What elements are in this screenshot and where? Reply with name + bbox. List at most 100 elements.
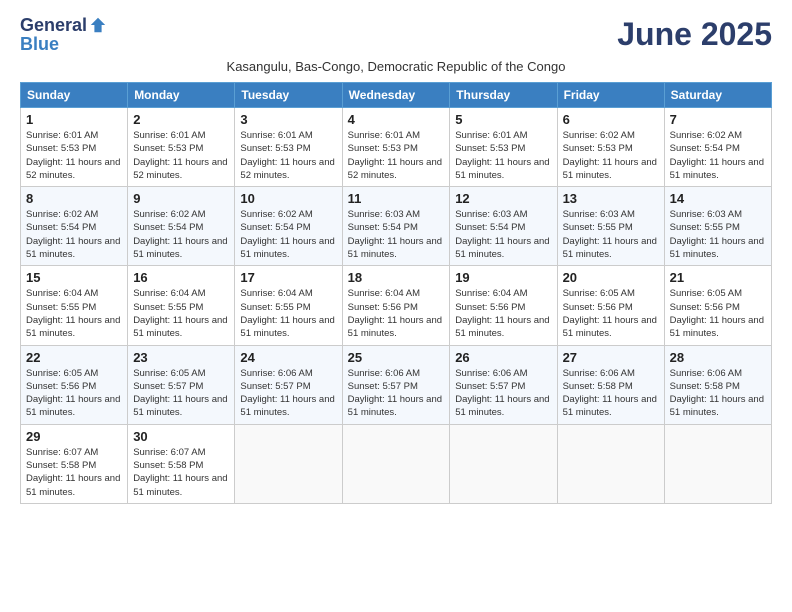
calendar-cell: 27 Sunrise: 6:06 AMSunset: 5:58 PMDaylig… xyxy=(557,345,664,424)
day-number: 2 xyxy=(133,112,229,127)
weekday-header-saturday: Saturday xyxy=(664,83,771,108)
day-number: 9 xyxy=(133,191,229,206)
calendar-cell xyxy=(557,424,664,503)
day-info: Sunrise: 6:01 AMSunset: 5:53 PMDaylight:… xyxy=(348,129,445,182)
calendar-cell: 19 Sunrise: 6:04 AMSunset: 5:56 PMDaylig… xyxy=(450,266,557,345)
day-info: Sunrise: 6:07 AMSunset: 5:58 PMDaylight:… xyxy=(26,446,122,499)
day-number: 4 xyxy=(348,112,445,127)
day-number: 23 xyxy=(133,350,229,365)
day-info: Sunrise: 6:06 AMSunset: 5:57 PMDaylight:… xyxy=(240,367,336,420)
day-number: 27 xyxy=(563,350,659,365)
weekday-header-tuesday: Tuesday xyxy=(235,83,342,108)
logo-icon xyxy=(89,16,107,34)
day-info: Sunrise: 6:02 AMSunset: 5:54 PMDaylight:… xyxy=(133,208,229,261)
calendar-cell: 24 Sunrise: 6:06 AMSunset: 5:57 PMDaylig… xyxy=(235,345,342,424)
day-number: 20 xyxy=(563,270,659,285)
day-info: Sunrise: 6:07 AMSunset: 5:58 PMDaylight:… xyxy=(133,446,229,499)
logo: General Blue xyxy=(20,16,107,55)
day-number: 1 xyxy=(26,112,122,127)
day-number: 25 xyxy=(348,350,445,365)
day-number: 6 xyxy=(563,112,659,127)
day-info: Sunrise: 6:05 AMSunset: 5:56 PMDaylight:… xyxy=(26,367,122,420)
weekday-header-thursday: Thursday xyxy=(450,83,557,108)
day-info: Sunrise: 6:06 AMSunset: 5:57 PMDaylight:… xyxy=(455,367,551,420)
day-number: 26 xyxy=(455,350,551,365)
month-title: June 2025 xyxy=(617,16,772,53)
calendar-cell: 8 Sunrise: 6:02 AMSunset: 5:54 PMDayligh… xyxy=(21,187,128,266)
calendar-cell: 10 Sunrise: 6:02 AMSunset: 5:54 PMDaylig… xyxy=(235,187,342,266)
subtitle: Kasangulu, Bas-Congo, Democratic Republi… xyxy=(20,59,772,74)
calendar-cell xyxy=(664,424,771,503)
day-info: Sunrise: 6:04 AMSunset: 5:55 PMDaylight:… xyxy=(133,287,229,340)
day-number: 12 xyxy=(455,191,551,206)
calendar-week-4: 22 Sunrise: 6:05 AMSunset: 5:56 PMDaylig… xyxy=(21,345,772,424)
calendar-cell: 1 Sunrise: 6:01 AMSunset: 5:53 PMDayligh… xyxy=(21,108,128,187)
calendar-cell: 9 Sunrise: 6:02 AMSunset: 5:54 PMDayligh… xyxy=(128,187,235,266)
calendar-cell: 16 Sunrise: 6:04 AMSunset: 5:55 PMDaylig… xyxy=(128,266,235,345)
day-info: Sunrise: 6:05 AMSunset: 5:56 PMDaylight:… xyxy=(670,287,766,340)
weekday-header-wednesday: Wednesday xyxy=(342,83,450,108)
day-number: 30 xyxy=(133,429,229,444)
calendar-cell: 18 Sunrise: 6:04 AMSunset: 5:56 PMDaylig… xyxy=(342,266,450,345)
calendar-cell: 13 Sunrise: 6:03 AMSunset: 5:55 PMDaylig… xyxy=(557,187,664,266)
calendar-cell: 12 Sunrise: 6:03 AMSunset: 5:54 PMDaylig… xyxy=(450,187,557,266)
day-number: 22 xyxy=(26,350,122,365)
calendar-cell: 14 Sunrise: 6:03 AMSunset: 5:55 PMDaylig… xyxy=(664,187,771,266)
day-info: Sunrise: 6:02 AMSunset: 5:54 PMDaylight:… xyxy=(240,208,336,261)
calendar-cell xyxy=(235,424,342,503)
day-info: Sunrise: 6:04 AMSunset: 5:55 PMDaylight:… xyxy=(26,287,122,340)
calendar-cell: 21 Sunrise: 6:05 AMSunset: 5:56 PMDaylig… xyxy=(664,266,771,345)
calendar-cell: 7 Sunrise: 6:02 AMSunset: 5:54 PMDayligh… xyxy=(664,108,771,187)
calendar-cell: 4 Sunrise: 6:01 AMSunset: 5:53 PMDayligh… xyxy=(342,108,450,187)
day-info: Sunrise: 6:04 AMSunset: 5:56 PMDaylight:… xyxy=(455,287,551,340)
day-info: Sunrise: 6:05 AMSunset: 5:57 PMDaylight:… xyxy=(133,367,229,420)
day-number: 16 xyxy=(133,270,229,285)
day-info: Sunrise: 6:01 AMSunset: 5:53 PMDaylight:… xyxy=(133,129,229,182)
day-number: 13 xyxy=(563,191,659,206)
weekday-header-sunday: Sunday xyxy=(21,83,128,108)
day-info: Sunrise: 6:02 AMSunset: 5:54 PMDaylight:… xyxy=(670,129,766,182)
calendar-cell: 25 Sunrise: 6:06 AMSunset: 5:57 PMDaylig… xyxy=(342,345,450,424)
day-number: 19 xyxy=(455,270,551,285)
calendar-cell: 20 Sunrise: 6:05 AMSunset: 5:56 PMDaylig… xyxy=(557,266,664,345)
day-number: 17 xyxy=(240,270,336,285)
day-info: Sunrise: 6:04 AMSunset: 5:56 PMDaylight:… xyxy=(348,287,445,340)
calendar-cell: 5 Sunrise: 6:01 AMSunset: 5:53 PMDayligh… xyxy=(450,108,557,187)
day-number: 29 xyxy=(26,429,122,444)
day-number: 11 xyxy=(348,191,445,206)
calendar-cell: 22 Sunrise: 6:05 AMSunset: 5:56 PMDaylig… xyxy=(21,345,128,424)
calendar-cell: 17 Sunrise: 6:04 AMSunset: 5:55 PMDaylig… xyxy=(235,266,342,345)
calendar-week-2: 8 Sunrise: 6:02 AMSunset: 5:54 PMDayligh… xyxy=(21,187,772,266)
weekday-header-friday: Friday xyxy=(557,83,664,108)
calendar-cell xyxy=(342,424,450,503)
day-info: Sunrise: 6:01 AMSunset: 5:53 PMDaylight:… xyxy=(455,129,551,182)
day-info: Sunrise: 6:04 AMSunset: 5:55 PMDaylight:… xyxy=(240,287,336,340)
day-number: 10 xyxy=(240,191,336,206)
day-info: Sunrise: 6:02 AMSunset: 5:54 PMDaylight:… xyxy=(26,208,122,261)
logo-general-text: General xyxy=(20,16,87,34)
calendar-cell: 11 Sunrise: 6:03 AMSunset: 5:54 PMDaylig… xyxy=(342,187,450,266)
logo-blue-text: Blue xyxy=(20,34,59,55)
calendar-cell: 26 Sunrise: 6:06 AMSunset: 5:57 PMDaylig… xyxy=(450,345,557,424)
calendar-week-3: 15 Sunrise: 6:04 AMSunset: 5:55 PMDaylig… xyxy=(21,266,772,345)
day-info: Sunrise: 6:06 AMSunset: 5:58 PMDaylight:… xyxy=(563,367,659,420)
day-number: 7 xyxy=(670,112,766,127)
calendar-cell xyxy=(450,424,557,503)
day-number: 14 xyxy=(670,191,766,206)
day-number: 8 xyxy=(26,191,122,206)
day-info: Sunrise: 6:03 AMSunset: 5:55 PMDaylight:… xyxy=(563,208,659,261)
day-number: 3 xyxy=(240,112,336,127)
day-info: Sunrise: 6:06 AMSunset: 5:57 PMDaylight:… xyxy=(348,367,445,420)
weekday-header-monday: Monday xyxy=(128,83,235,108)
day-number: 24 xyxy=(240,350,336,365)
day-info: Sunrise: 6:05 AMSunset: 5:56 PMDaylight:… xyxy=(563,287,659,340)
day-number: 5 xyxy=(455,112,551,127)
calendar-cell: 2 Sunrise: 6:01 AMSunset: 5:53 PMDayligh… xyxy=(128,108,235,187)
day-number: 18 xyxy=(348,270,445,285)
calendar-cell: 28 Sunrise: 6:06 AMSunset: 5:58 PMDaylig… xyxy=(664,345,771,424)
day-info: Sunrise: 6:03 AMSunset: 5:54 PMDaylight:… xyxy=(455,208,551,261)
day-info: Sunrise: 6:03 AMSunset: 5:54 PMDaylight:… xyxy=(348,208,445,261)
page-header: General Blue June 2025 xyxy=(20,16,772,55)
calendar-week-1: 1 Sunrise: 6:01 AMSunset: 5:53 PMDayligh… xyxy=(21,108,772,187)
day-info: Sunrise: 6:02 AMSunset: 5:53 PMDaylight:… xyxy=(563,129,659,182)
